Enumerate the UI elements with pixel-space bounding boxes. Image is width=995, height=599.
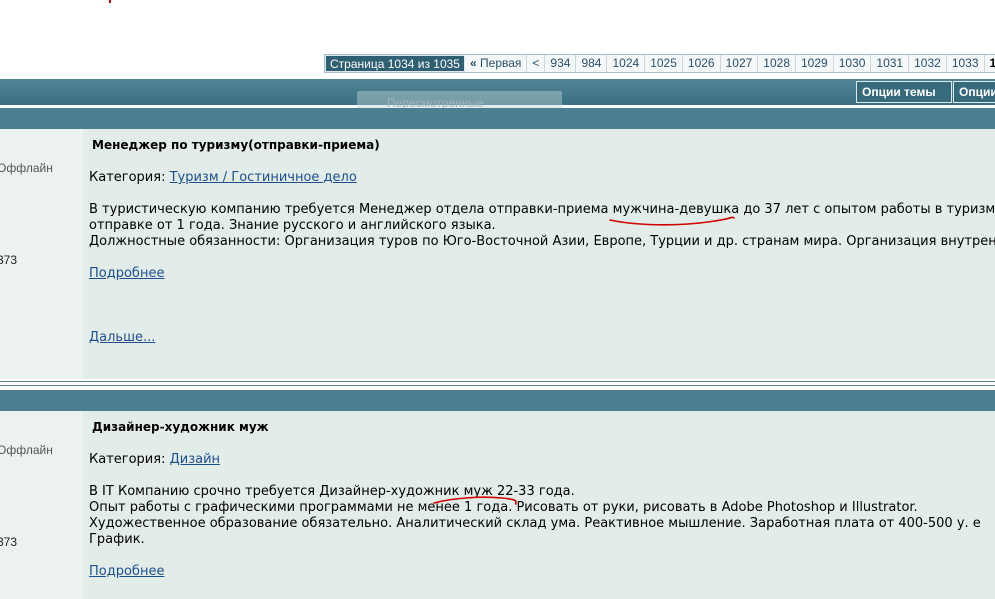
- first-page-link[interactable]: « Первая: [465, 55, 528, 72]
- thread-toolbar: Пересмотренные Опции темы Опции: [0, 79, 995, 116]
- category-link[interactable]: Туризм / Гостиничное дело: [170, 170, 357, 185]
- red-underline-annotation: [609, 216, 735, 226]
- post-header: [0, 108, 995, 129]
- category-row: Категория: Туризм / Гостиничное дело: [89, 170, 357, 186]
- page-link[interactable]: 1032: [909, 55, 947, 72]
- current-page: 1034: [985, 55, 995, 72]
- user-post-count: 373: [0, 253, 18, 267]
- annotation-dot: [109, 0, 111, 3]
- details-link[interactable]: Подробнее: [89, 564, 164, 579]
- pagination: Страница 1034 из 1035 « Первая < 934 984…: [324, 54, 995, 73]
- page-link[interactable]: 1029: [796, 55, 834, 72]
- details-link[interactable]: Подробнее: [89, 266, 164, 281]
- post-divider: [0, 381, 995, 382]
- post-content: [83, 129, 995, 379]
- first-page-label: Первая: [480, 56, 522, 70]
- page-link[interactable]: 1024: [607, 55, 646, 72]
- details-link-row: Подробнее: [89, 564, 164, 580]
- details-link-row: Подробнее: [89, 266, 164, 282]
- page-link[interactable]: 934: [545, 55, 577, 72]
- page-info: Страница 1034 из 1035: [325, 55, 465, 72]
- page-link[interactable]: 1028: [758, 55, 796, 72]
- page-link[interactable]: 984: [576, 55, 608, 72]
- post-title: Дизайнер-художник муж: [92, 420, 269, 434]
- next-link[interactable]: Дальше...: [89, 330, 155, 345]
- category-label: Категория:: [89, 452, 166, 467]
- post-title: Менеджер по туризму(отправки-приема): [92, 138, 380, 152]
- category-label: Категория:: [89, 170, 166, 185]
- page-link[interactable]: 1033: [947, 55, 985, 72]
- user-status: Оффлайн: [0, 161, 53, 175]
- post-text-line: Художественное образование обязательно. …: [89, 516, 981, 531]
- prev-page-link[interactable]: <: [527, 55, 546, 72]
- more-options-label: Опции: [959, 85, 995, 99]
- post-text-line: График.: [89, 532, 145, 547]
- post-text-line: Должностные обязанности: Организация тур…: [89, 234, 995, 249]
- next-link-row: Дальше...: [89, 330, 155, 346]
- post-text-line: отправке от 1 года. Знание русского и ан…: [89, 218, 496, 233]
- post-header: [0, 390, 995, 411]
- post-divider: [0, 385, 995, 386]
- thread-options-label: Опции темы: [862, 85, 936, 99]
- page-link[interactable]: 1025: [645, 55, 683, 72]
- more-options-button[interactable]: Опции: [953, 81, 995, 103]
- post-author-column: [0, 411, 83, 599]
- category-link[interactable]: Дизайн: [170, 452, 220, 467]
- page-link[interactable]: 1030: [834, 55, 872, 72]
- page-link[interactable]: 1027: [721, 55, 759, 72]
- red-underline-annotation: [433, 496, 517, 505]
- user-post-count: 373: [0, 535, 18, 549]
- thread-options-button[interactable]: Опции темы: [856, 81, 952, 116]
- page-link[interactable]: 1026: [683, 55, 721, 72]
- page-link[interactable]: 1031: [871, 55, 910, 72]
- category-row: Категория: Дизайн: [89, 452, 220, 468]
- post-text-line: В туристическую компанию требуется Менед…: [89, 202, 995, 217]
- user-status: Оффлайн: [0, 443, 53, 457]
